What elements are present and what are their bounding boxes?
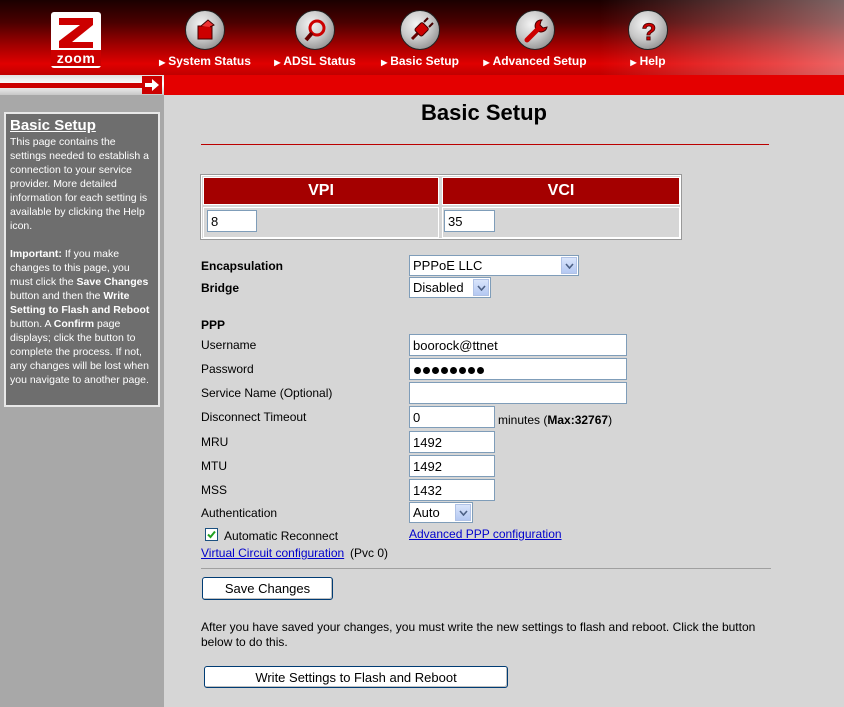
chevron-down-icon <box>473 279 489 296</box>
password-label: Password <box>201 362 254 376</box>
vpi-input[interactable] <box>207 210 257 232</box>
nav-help[interactable]: ? ▶ Help <box>588 8 708 70</box>
wrench-icon <box>515 10 555 50</box>
nav-basic-setup[interactable]: ▶ Basic Setup <box>360 8 480 70</box>
chevron-down-icon <box>561 257 577 274</box>
vpi-header: VPI <box>203 177 439 205</box>
mss-input[interactable] <box>409 479 495 501</box>
main-content: Basic Setup VPI VCI Encapsulation PPPoE … <box>164 95 844 707</box>
service-name-input[interactable] <box>409 382 627 404</box>
mru-input[interactable] <box>409 431 495 453</box>
nav-advanced-setup[interactable]: ▶ Advanced Setup <box>475 8 595 70</box>
authentication-value: Auto <box>413 505 440 520</box>
save-changes-button[interactable]: Save Changes <box>202 577 333 600</box>
write-flash-reboot-button[interactable]: Write Settings to Flash and Reboot <box>204 666 508 688</box>
advanced-ppp-link[interactable]: Advanced PPP configuration <box>409 527 562 541</box>
automatic-reconnect-checkbox[interactable] <box>205 528 218 541</box>
chevron-down-icon <box>455 504 471 521</box>
disconnect-timeout-input[interactable] <box>409 406 495 428</box>
plug-icon <box>400 10 440 50</box>
encapsulation-label: Encapsulation <box>201 259 284 273</box>
service-name-label: Service Name (Optional) <box>201 386 333 400</box>
disconnect-max-note: minutes (Max:32767) <box>498 413 613 427</box>
vci-header: VCI <box>442 177 680 205</box>
vpi-vci-table: VPI VCI <box>201 175 681 239</box>
logo-text: zoom <box>51 50 101 66</box>
title-divider <box>201 144 769 145</box>
authentication-select[interactable]: Auto <box>409 502 473 523</box>
mss-label: MSS <box>201 483 228 497</box>
vci-input[interactable] <box>444 210 495 232</box>
username-label: Username <box>201 338 257 352</box>
nav-label: System Status <box>168 54 251 68</box>
help-important: Important: If you make changes to this p… <box>10 248 150 386</box>
nav-label: Help <box>639 54 666 68</box>
help-panel: Basic Setup This page contains the setti… <box>4 112 160 407</box>
checkmark-icon <box>207 530 216 539</box>
disconnect-timeout-label: Disconnect Timeout <box>201 410 307 424</box>
authentication-label: Authentication <box>201 506 278 520</box>
username-input[interactable] <box>409 334 627 356</box>
password-input[interactable] <box>409 358 627 380</box>
mru-label: MRU <box>201 435 229 449</box>
ppp-section-label: PPP <box>201 318 226 332</box>
nav-label: Advanced Setup <box>492 54 587 68</box>
magnifier-icon <box>295 10 335 50</box>
help-intro: This page contains the settings needed t… <box>10 136 149 232</box>
header-left-strip <box>0 75 164 95</box>
virtual-circuit-link[interactable]: Virtual Circuit configuration <box>201 546 344 560</box>
nav-system-status[interactable]: ▶ System Status <box>145 8 265 70</box>
page-title: Basic Setup <box>421 100 547 125</box>
status-icon <box>185 10 225 50</box>
encapsulation-select[interactable]: PPPoE LLC <box>409 255 579 276</box>
write-flash-note: After you have saved your changes, you m… <box>201 620 756 649</box>
bridge-label: Bridge <box>201 281 240 295</box>
svg-text:?: ? <box>642 19 657 45</box>
automatic-reconnect-label: Automatic Reconnect <box>224 529 339 543</box>
nav-adsl-status[interactable]: ▶ ADSL Status <box>255 8 375 70</box>
mtu-input[interactable] <box>409 455 495 477</box>
left-sidebar: Basic Setup This page contains the setti… <box>0 95 164 707</box>
nav-label: Basic Setup <box>390 54 459 68</box>
pvc-label: (Pvc 0) <box>350 546 389 560</box>
section-divider <box>201 568 771 569</box>
help-title: Basic Setup <box>10 117 96 134</box>
encapsulation-value: PPPoE LLC <box>413 258 483 273</box>
zoom-logo[interactable]: zoom <box>51 12 101 68</box>
bridge-select[interactable]: Disabled <box>409 277 491 298</box>
bridge-value: Disabled <box>413 280 464 295</box>
nav-label: ADSL Status <box>283 54 356 68</box>
top-header: zoom ▶ System Status ▶ ADSL Status ▶ Basic … <box>0 0 844 75</box>
question-icon: ? <box>628 10 668 50</box>
mtu-label: MTU <box>201 459 227 473</box>
arrow-right-icon <box>142 76 162 94</box>
zoom-z-logo-icon <box>59 18 93 48</box>
